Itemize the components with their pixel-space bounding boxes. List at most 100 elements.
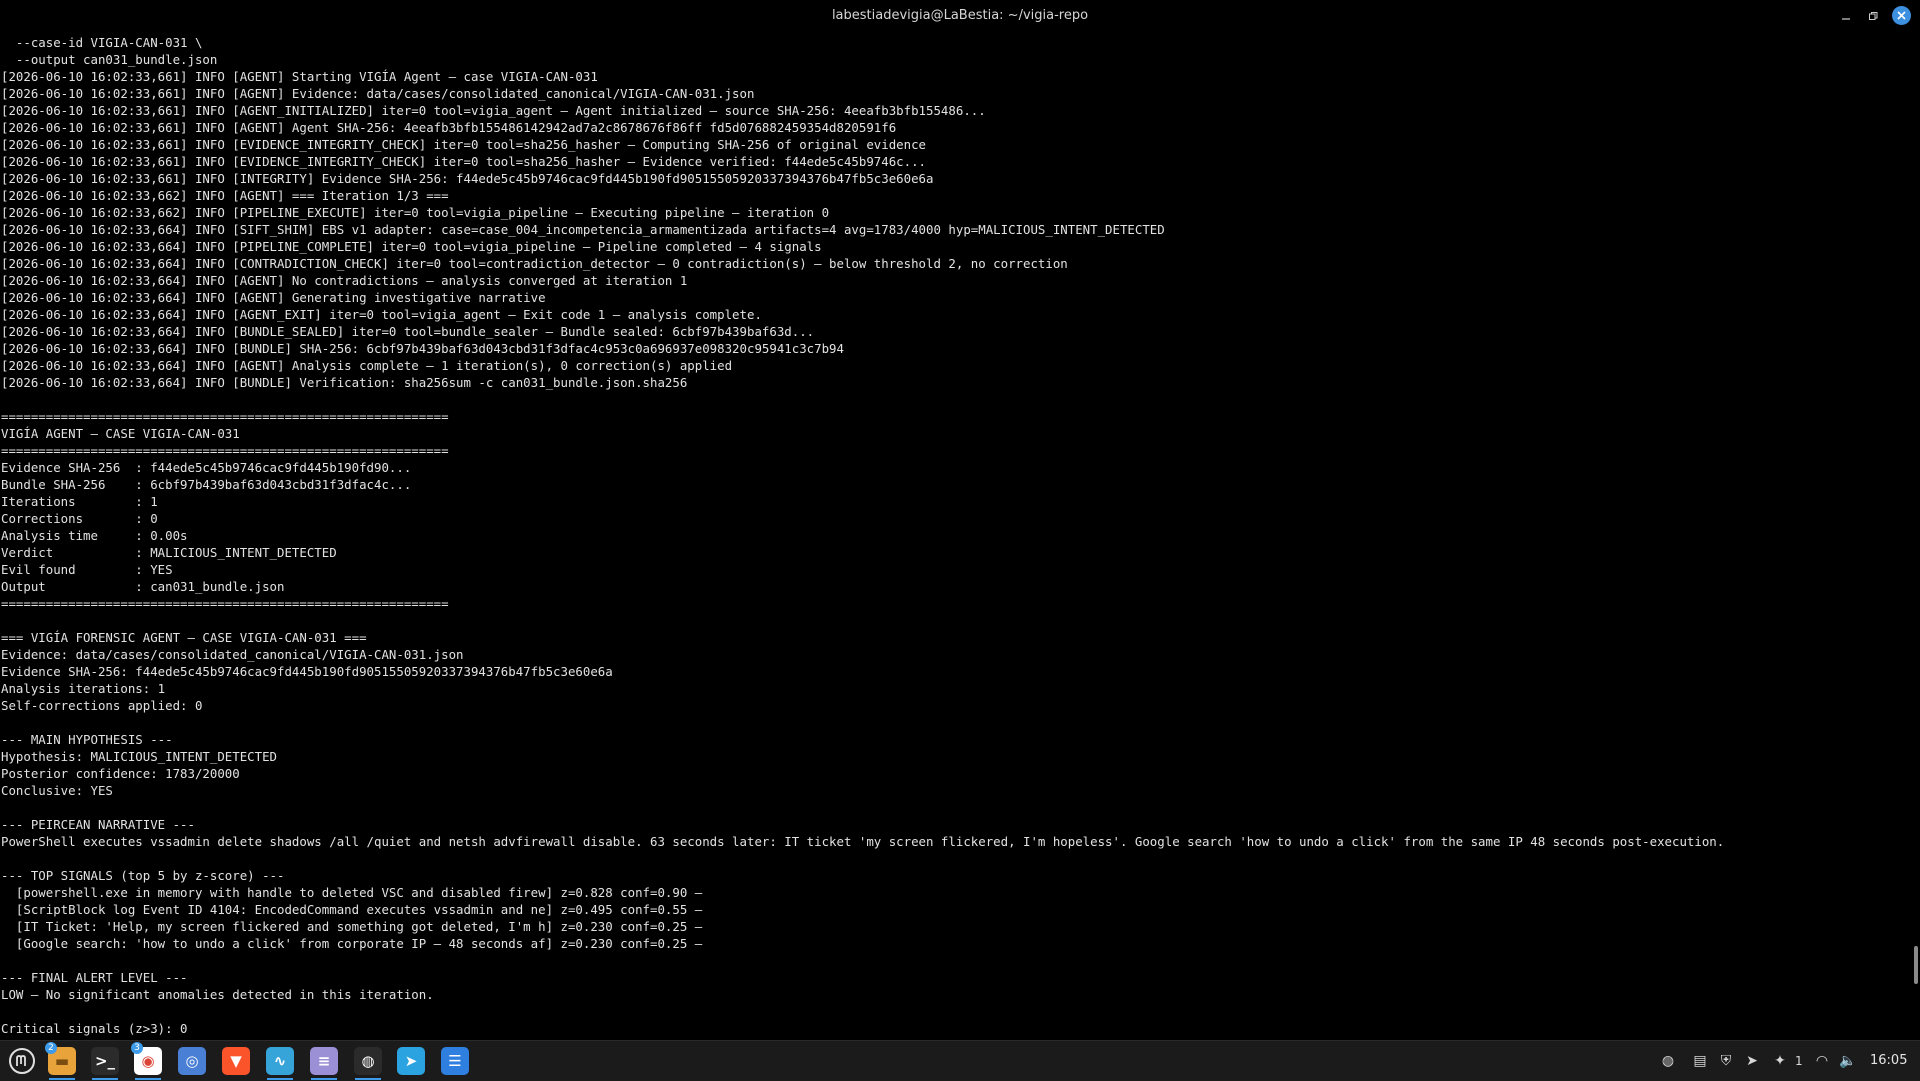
- terminal-line: [2026-06-10 16:02:33,661] INFO [EVIDENCE…: [1, 137, 927, 152]
- terminal-line: [2026-06-10 16:02:33,664] INFO [BUNDLE] …: [1, 375, 688, 390]
- terminal-line: Analysis time : 0.00s: [1, 528, 188, 543]
- terminal-line: [2026-06-10 16:02:33,661] INFO [EVIDENCE…: [1, 154, 927, 169]
- terminal-window: labestiadevigia@LaBestia: ~/vigia-repo -…: [0, 0, 1920, 1040]
- terminal-line: --- TOP SIGNALS (top 5 by z-score) ---: [1, 868, 285, 883]
- terminal-line: [2026-06-10 16:02:33,664] INFO [AGENT] G…: [1, 290, 546, 305]
- text-editor-icon: ≡: [310, 1047, 338, 1075]
- terminal-launcher[interactable]: >_: [88, 1045, 122, 1080]
- terminal-line: Evil found : YES: [1, 562, 173, 577]
- terminal-line: ========================================…: [1, 596, 449, 611]
- notes-launcher[interactable]: ☰: [438, 1045, 472, 1077]
- system-monitor-launcher[interactable]: ∿: [263, 1045, 297, 1080]
- terminal-line: ========================================…: [1, 409, 449, 424]
- screenshot-launcher[interactable]: ◎: [175, 1045, 209, 1077]
- restore-icon: [1869, 12, 1878, 20]
- notes-icon: ☰: [441, 1047, 469, 1075]
- minimize-button[interactable]: [1836, 6, 1856, 26]
- terminal-line: [Google search: 'how to undo a click' fr…: [1, 936, 703, 951]
- terminal-line: VIGÍA AGENT — CASE VIGIA-CAN-031: [1, 426, 240, 441]
- terminal-line: [2026-06-10 16:02:33,661] INFO [AGENT] E…: [1, 86, 755, 101]
- terminal-line: Evidence SHA-256: f44ede5c45b9746cac9fd4…: [1, 664, 613, 679]
- terminal-line: [2026-06-10 16:02:33,664] INFO [AGENT] A…: [1, 358, 733, 373]
- obs-tray-icon[interactable]: ◍: [1658, 1051, 1678, 1071]
- text-editor-launcher[interactable]: ≡: [307, 1045, 341, 1080]
- maximize-button[interactable]: [1863, 6, 1883, 26]
- window-count-badge: 3: [131, 1042, 143, 1054]
- terminal-icon: >_: [91, 1047, 119, 1075]
- terminal-line: ========================================…: [1, 443, 449, 458]
- terminal-line: Analysis iterations: 1: [1, 681, 166, 696]
- system-monitor-icon: ∿: [266, 1047, 294, 1075]
- close-icon: [1897, 11, 1906, 20]
- terminal-line: --- PEIRCEAN NARRATIVE ---: [1, 817, 195, 832]
- terminal-line: Posterior confidence: 1783/20000: [1, 766, 240, 781]
- notification-icon[interactable]: ✦: [1770, 1051, 1790, 1071]
- terminal-line: [2026-06-10 16:02:33,662] INFO [AGENT] =…: [1, 188, 449, 203]
- title-bar[interactable]: labestiadevigia@LaBestia: ~/vigia-repo: [0, 0, 1920, 32]
- wifi-icon[interactable]: ◠: [1812, 1051, 1832, 1071]
- terminal-line: --- FINAL ALERT LEVEL ---: [1, 970, 188, 985]
- terminal-line: Corrections : 0: [1, 511, 158, 526]
- minimize-icon: [1842, 18, 1850, 20]
- close-button[interactable]: [1892, 6, 1911, 25]
- terminal-line: Iterations : 1: [1, 494, 158, 509]
- terminal-line: [2026-06-10 16:02:33,661] INFO [INTEGRIT…: [1, 171, 934, 186]
- terminal-line: --case-id VIGIA-CAN-031 \: [1, 35, 203, 50]
- chrome-launcher[interactable]: ◉ 3: [131, 1042, 165, 1080]
- terminal-line: --output can031_bundle.json: [1, 52, 218, 67]
- terminal-line: === VIGÍA FORENSIC AGENT — CASE VIGIA-CA…: [1, 630, 367, 645]
- mint-menu-icon: [9, 1048, 35, 1074]
- brave-launcher[interactable]: ▼: [219, 1045, 253, 1077]
- menu-button[interactable]: [5, 1045, 39, 1077]
- terminal-line: Conclusive: YES: [1, 783, 113, 798]
- terminal-line: Verdict : MALICIOUS_INTENT_DETECTED: [1, 545, 337, 560]
- terminal-line: [2026-06-10 16:02:33,664] INFO [BUNDLE] …: [1, 341, 844, 356]
- terminal-line: Self-corrections applied: 0: [1, 698, 203, 713]
- terminal-scrollbar[interactable]: [1912, 34, 1920, 1040]
- notification-count: 1: [1795, 1054, 1803, 1068]
- terminal-line: [powershell.exe in memory with handle to…: [1, 885, 703, 900]
- clock[interactable]: 16:05: [1870, 1053, 1907, 1068]
- terminal-line: [2026-06-10 16:02:33,662] INFO [PIPELINE…: [1, 205, 830, 220]
- terminal-line: Output : can031_bundle.json: [1, 579, 285, 594]
- terminal-line: [IT Ticket: 'Help, my screen flickered a…: [1, 919, 703, 934]
- taskbar: ▬ 2 >_ ◉ 3 ◎ ▼ ∿ ≡ ◍ ➤ ☰ ◍ ▤ ⛨ ➤ ✦ 1 ◠ 🔈 16:05: [0, 1040, 1920, 1081]
- terminal-line: [2026-06-10 16:02:33,664] INFO [BUNDLE_S…: [1, 324, 815, 339]
- terminal-line: Critical signals (z>3): 0: [1, 1021, 188, 1036]
- terminal-line: Evidence SHA-256 : f44ede5c45b9746cac9fd…: [1, 460, 412, 475]
- terminal-line: [2026-06-10 16:02:33,661] INFO [AGENT_IN…: [1, 103, 986, 118]
- terminal-line: [2026-06-10 16:02:33,664] INFO [PIPELINE…: [1, 239, 822, 254]
- clipboard-icon[interactable]: ▤: [1690, 1051, 1710, 1071]
- terminal-line: Bundle SHA-256 : 6cbf97b439baf63d043cbd3…: [1, 477, 412, 492]
- telegram-tray-icon[interactable]: ➤: [1742, 1051, 1762, 1071]
- terminal-line: LOW — No significant anomalies detected …: [1, 987, 434, 1002]
- terminal-output[interactable]: --case-id VIGIA-CAN-031 \ --output can03…: [0, 34, 1912, 1040]
- terminal-line: [2026-06-10 16:02:33,661] INFO [AGENT] A…: [1, 120, 897, 135]
- terminal-line: Hypothesis: MALICIOUS_INTENT_DETECTED: [1, 749, 278, 764]
- terminal-line: [ScriptBlock log Event ID 4104: EncodedC…: [1, 902, 703, 917]
- terminal-line: PowerShell executes vssadmin delete shad…: [1, 834, 1725, 849]
- telegram-launcher[interactable]: ➤: [394, 1045, 428, 1077]
- terminal-line: [2026-06-10 16:02:33,664] INFO [AGENT] N…: [1, 273, 688, 288]
- brave-icon: ▼: [222, 1047, 250, 1075]
- window-title: labestiadevigia@LaBestia: ~/vigia-repo: [831, 8, 1089, 23]
- terminal-line: Evidence: data/cases/consolidated_canoni…: [1, 647, 464, 662]
- obs-launcher[interactable]: ◍: [351, 1045, 385, 1080]
- volume-icon[interactable]: 🔈: [1838, 1051, 1858, 1071]
- scrollbar-thumb[interactable]: [1914, 946, 1918, 984]
- files-launcher[interactable]: ▬ 2: [45, 1042, 79, 1080]
- terminal-line: [2026-06-10 16:02:33,664] INFO [AGENT_EX…: [1, 307, 762, 322]
- terminal-line: --- MAIN HYPOTHESIS ---: [1, 732, 173, 747]
- window-count-badge: 2: [45, 1042, 57, 1054]
- shield-icon[interactable]: ⛨: [1716, 1051, 1736, 1071]
- terminal-line: [2026-06-10 16:02:33,664] INFO [CONTRADI…: [1, 256, 1068, 271]
- telegram-icon: ➤: [397, 1047, 425, 1075]
- screenshot-icon: ◎: [178, 1047, 206, 1075]
